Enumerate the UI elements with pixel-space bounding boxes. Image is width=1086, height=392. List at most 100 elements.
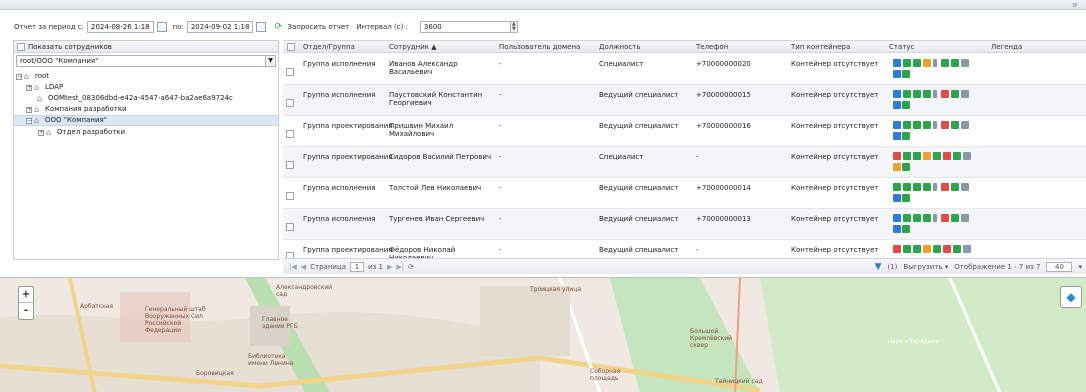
column-header-phone[interactable]: Телефон <box>696 43 728 51</box>
show-employees-row[interactable]: Показать сотрудников <box>14 41 278 53</box>
cell-container: Контейнер отсутствует <box>791 60 879 68</box>
cell-employee: Иванов Александр Васильевич <box>389 60 458 76</box>
cart-icon <box>903 90 911 98</box>
map-tiles <box>0 278 1086 392</box>
map-label: Александровский сад <box>276 284 333 298</box>
tree-node-label: LDAP <box>45 83 64 91</box>
table-row[interactable]: Группа проектирования Фёдоров НиколайНик… <box>283 240 1086 262</box>
monitor-icon <box>913 90 921 98</box>
online-icon <box>902 132 910 140</box>
cell-position: Ведущий специалист <box>599 246 679 254</box>
shield-icon <box>943 152 951 160</box>
request-report-button[interactable]: ⟳ Запросить отчет <box>274 22 349 32</box>
calendar-icon[interactable] <box>256 22 267 32</box>
status-icons <box>893 214 973 236</box>
select-all-checkbox[interactable] <box>287 43 295 51</box>
column-header-domain-user[interactable]: Пользователь домена <box>499 43 580 51</box>
export-button[interactable]: Выгрузить ▾ <box>903 263 948 271</box>
interval-label: Интервал (с) : <box>356 23 408 31</box>
period-to-label: по: <box>172 23 184 31</box>
shield-icon <box>941 214 949 222</box>
battery-icon <box>933 90 937 98</box>
spinner-icon[interactable]: ▲ ▼ <box>509 22 517 32</box>
interval-input[interactable]: 3600 ▲ ▼ <box>419 21 518 33</box>
table-row[interactable]: Группа проектирования Пришвин Михаил Миха… <box>283 116 1086 147</box>
table-row[interactable]: Группа исполнения Иванов Александр Василь… <box>283 54 1086 85</box>
layers-icon[interactable]: ◆ <box>1060 286 1082 308</box>
chevron-down-icon[interactable]: ▼ <box>265 56 275 66</box>
org-path-value: root/ООО "Компания" <box>20 57 99 65</box>
tree-node-company[interactable]: − ⌂ ООО "Компания" <box>14 115 278 126</box>
row-checkbox[interactable] <box>286 130 294 138</box>
table-row[interactable]: Группа исполнения Паустовский Константин… <box>283 85 1086 116</box>
zoom-in-button[interactable]: + <box>19 287 33 303</box>
map-view[interactable]: + - ◆ Генеральный штаб Вооруженных Сил Р… <box>0 277 1086 392</box>
expand-icon[interactable]: + <box>38 129 44 136</box>
zoom-control[interactable]: + - <box>18 286 34 320</box>
cell-domain-user: - <box>499 91 502 99</box>
cell-container: Контейнер отсутствует <box>791 246 879 254</box>
refresh-icon[interactable]: ⟳ <box>408 263 414 271</box>
collapse-icon[interactable]: − <box>16 73 22 80</box>
column-header-position[interactable]: Должность <box>599 43 640 51</box>
collapse-icon[interactable]: − <box>26 117 32 124</box>
tree-node-oomtest[interactable]: ⌂ OOMtest_08306dbd-e42a-4547-a647-ba2ae6… <box>26 93 233 104</box>
status-icons <box>893 59 973 81</box>
battery-icon <box>933 59 937 67</box>
row-checkbox[interactable] <box>286 99 294 107</box>
row-checkbox[interactable] <box>286 68 294 76</box>
monitor-icon <box>913 152 921 160</box>
cell-position: Ведущий специалист <box>599 122 679 130</box>
signal-icon <box>961 121 969 129</box>
page-input[interactable]: 1 <box>350 261 365 272</box>
column-header-group[interactable]: Отдел/Группа <box>303 43 355 51</box>
expand-icon[interactable]: + <box>26 84 32 91</box>
map-label: Большой Кремлёвский сквер <box>690 328 733 349</box>
tree-node-ldap[interactable]: + ⌂ LDAP <box>26 82 63 93</box>
calendar-icon[interactable] <box>156 22 167 32</box>
cell-employee: Толстой Лев Николаевич <box>389 184 482 192</box>
zoom-out-button[interactable]: - <box>19 303 33 319</box>
disk-icon <box>923 59 931 67</box>
chevron-down-icon[interactable]: ▾ <box>1078 263 1082 271</box>
cell-phone: +70000000015 <box>696 91 751 99</box>
prev-page-icon[interactable]: ◀ <box>301 263 306 271</box>
column-header-legend[interactable]: Легенда <box>991 43 1022 51</box>
tree-node-root[interactable]: − ⌂ root <box>16 71 49 82</box>
home-icon: ⌂ <box>24 71 30 81</box>
column-header-status[interactable]: Статус <box>889 43 914 51</box>
next-page-icon[interactable]: ▶ <box>387 263 392 271</box>
map-label: Главное здание РГБ <box>262 316 298 330</box>
cell-group: Группа исполнения <box>303 91 376 99</box>
row-checkbox[interactable] <box>286 192 294 200</box>
column-header-container[interactable]: Тип контейнера <box>791 43 850 51</box>
cart-icon <box>903 152 911 160</box>
first-page-icon[interactable]: |◀ <box>289 263 297 271</box>
table-row[interactable]: Группа исполнения Тургенев Иван Сергееви… <box>283 209 1086 240</box>
date-to-field[interactable]: 2024-09-02 1:18 <box>186 21 254 33</box>
interval-value: 3600 <box>423 23 442 31</box>
table-row[interactable]: Группа исполнения Толстой Лев Николаевич… <box>283 178 1086 209</box>
cell-group: Группа проектирования <box>303 153 393 161</box>
cell-phone: - <box>696 246 699 254</box>
disk-icon <box>923 90 931 98</box>
expand-icon[interactable]: + <box>26 106 32 113</box>
battery-icon <box>933 121 937 129</box>
org-path-select[interactable]: root/ООО "Компания" ▼ <box>16 55 276 67</box>
cart-icon <box>903 121 911 129</box>
filter-icon[interactable]: ▼ <box>875 262 882 272</box>
row-checkbox[interactable] <box>286 223 294 231</box>
tree-node-dev-company[interactable]: + ⌂ Компания разработки <box>26 104 127 115</box>
online-icon <box>902 225 910 233</box>
home-icon: ⌂ <box>37 93 43 103</box>
last-page-icon[interactable]: ▶| <box>396 263 404 271</box>
tree-node-dev-dept[interactable]: + ⌂ Отдел разработки <box>38 127 125 138</box>
show-employees-checkbox[interactable] <box>17 42 25 51</box>
row-checkbox[interactable] <box>286 161 294 169</box>
user-icon <box>893 132 901 140</box>
menu-icon[interactable]: ≡ <box>1072 1 1082 9</box>
per-page-select[interactable]: 40 <box>1046 262 1073 272</box>
table-row[interactable]: Группа проектирования Сидоров Василий Пе… <box>283 147 1086 178</box>
column-header-employee[interactable]: Сотрудник ▲ <box>389 43 437 51</box>
date-from-field[interactable]: 2024-08-26 1:18 <box>87 21 154 33</box>
